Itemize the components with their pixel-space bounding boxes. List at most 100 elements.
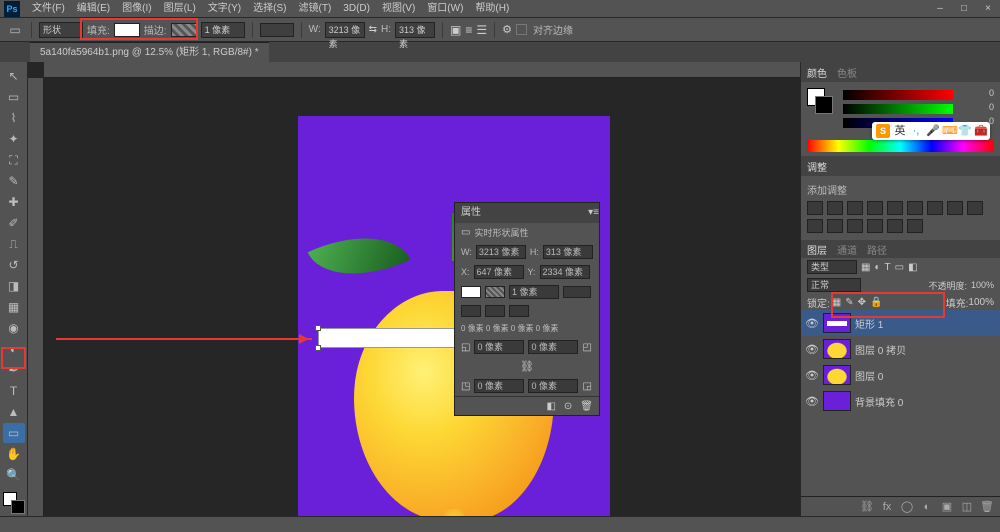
fill-opacity-value[interactable]: 100% <box>968 297 994 308</box>
stroke-style-dropdown[interactable] <box>260 23 294 37</box>
filter-adjust-icon[interactable]: ◐ <box>874 262 880 273</box>
prop-w-input[interactable]: 3213 像素 <box>476 245 526 259</box>
adj-gradient-map-icon[interactable] <box>887 219 903 233</box>
close-button[interactable]: × <box>976 0 1000 18</box>
layer-name[interactable]: 图层 0 拷贝 <box>855 342 906 357</box>
lasso-tool[interactable]: ⌇ <box>3 108 25 128</box>
transform-handle-nw[interactable] <box>315 325 321 331</box>
layer-row-bgfill[interactable]: 👁 背景填充 0 <box>801 388 1000 414</box>
stamp-tool[interactable]: ⎍ <box>3 234 25 254</box>
type-tool[interactable]: T <box>3 381 25 401</box>
ime-punct-icon[interactable]: ·, <box>910 125 922 137</box>
hand-tool[interactable]: ✋ <box>3 444 25 464</box>
adj-invert-icon[interactable] <box>827 219 843 233</box>
prop-stroke-align[interactable] <box>461 305 481 317</box>
tool-mode-dropdown[interactable]: 形状 <box>39 22 83 38</box>
background-swatch[interactable] <box>11 500 25 514</box>
ime-mic-icon[interactable]: 🎤 <box>926 125 938 137</box>
properties-header[interactable]: 属性 ▾≡ <box>455 203 599 223</box>
new-fill-adj-icon[interactable]: ◐ <box>920 500 934 514</box>
adj-brightness-icon[interactable] <box>807 201 823 215</box>
tab-paths[interactable]: 路径 <box>867 242 887 257</box>
align-icon[interactable]: ≡ <box>465 23 472 37</box>
layer-row-copy[interactable]: 👁 图层 0 拷贝 <box>801 336 1000 362</box>
blur-tool[interactable]: ◉ <box>3 318 25 338</box>
ime-toolbar[interactable]: S 英 ·, 🎤 ⌨ 👕 🧰 <box>872 122 990 140</box>
panel-menu-icon[interactable]: ▾≡ <box>588 203 599 223</box>
adj-bw-icon[interactable] <box>927 201 943 215</box>
color-panel-swatches[interactable] <box>807 88 833 114</box>
transform-handle-sw[interactable] <box>315 345 321 351</box>
layer-name[interactable]: 矩形 1 <box>855 316 883 331</box>
current-tool-icon[interactable]: ▭ <box>6 20 24 40</box>
height-input[interactable]: 313 像素 <box>395 22 435 38</box>
adj-photo-filter-icon[interactable] <box>947 201 963 215</box>
tab-layers[interactable]: 图层 <box>807 242 827 257</box>
canvas-area[interactable]: 属性 ▾≡ ▭实时形状属性 W: 3213 像素 H: 313 像素 X: 64… <box>28 62 800 516</box>
adj-curves-icon[interactable] <box>847 201 863 215</box>
gear-icon[interactable]: ⚙ <box>502 23 512 36</box>
ime-skin-icon[interactable]: 👕 <box>958 125 970 137</box>
tab-swatches[interactable]: 色板 <box>837 65 857 80</box>
lock-all-icon[interactable]: 🔒 <box>870 297 882 308</box>
menu-help[interactable]: 帮助(H) <box>469 0 515 18</box>
brush-tool[interactable]: ✐ <box>3 213 25 233</box>
new-layer-icon[interactable]: ◫ <box>960 500 974 514</box>
history-brush-tool[interactable]: ↺ <box>3 255 25 275</box>
layer-row-rect1[interactable]: 👁 矩形 1 <box>801 310 1000 336</box>
document-tab[interactable]: 5a140fa5964b1.png @ 12.5% (矩形 1, RGB/8#)… <box>30 42 269 62</box>
path-select-tool[interactable]: ▲ <box>3 402 25 422</box>
menu-edit[interactable]: 编辑(E) <box>71 0 116 18</box>
corner-tr-input[interactable]: 0 像素 <box>528 340 578 354</box>
tab-adjustments[interactable]: 调整 <box>807 159 827 174</box>
link-corners-icon[interactable]: ⛓ <box>520 360 534 373</box>
menu-3d[interactable]: 3D(D) <box>337 0 376 18</box>
menu-filter[interactable]: 滤镜(T) <box>293 0 338 18</box>
adj-exposure-icon[interactable] <box>867 201 883 215</box>
tab-channels[interactable]: 通道 <box>837 242 857 257</box>
adj-posterize-icon[interactable] <box>847 219 863 233</box>
link-wh-icon[interactable]: ⇆ <box>369 24 377 35</box>
minimize-button[interactable]: – <box>928 0 952 18</box>
new-group-icon[interactable]: ▣ <box>940 500 954 514</box>
lock-paint-icon[interactable]: ✎ <box>845 297 853 308</box>
layer-thumbnail[interactable] <box>823 365 851 385</box>
rectangle-tool[interactable]: ▭ <box>3 423 25 443</box>
layer-fx-icon[interactable]: fx <box>880 500 894 514</box>
ime-lang[interactable]: 英 <box>894 125 906 137</box>
menu-type[interactable]: 文字(Y) <box>202 0 247 18</box>
stroke-swatch[interactable] <box>171 23 197 37</box>
layer-mask-icon[interactable]: ◯ <box>900 500 914 514</box>
menu-layer[interactable]: 图层(L) <box>158 0 202 18</box>
lock-pos-icon[interactable]: ✥ <box>858 297 866 308</box>
r-slider[interactable] <box>843 90 953 100</box>
corner-bl-input[interactable]: 0 像素 <box>474 379 524 393</box>
menu-file[interactable]: 文件(F) <box>26 0 71 18</box>
r-value[interactable]: 0 <box>978 88 994 98</box>
ime-badge[interactable]: S <box>876 124 890 138</box>
link-layers-icon[interactable]: ⛓ <box>860 500 874 514</box>
zoom-tool[interactable]: 🔍 <box>3 465 25 485</box>
ime-keyboard-icon[interactable]: ⌨ <box>942 125 954 137</box>
lock-trans-icon[interactable]: ▦ <box>832 297 841 308</box>
prop-stroke-join[interactable] <box>509 305 529 317</box>
crop-tool[interactable]: ⛶ <box>3 150 25 170</box>
visibility-toggle[interactable]: 👁 <box>805 317 819 330</box>
width-input[interactable]: 3213 像素 <box>325 22 365 38</box>
pen-tool[interactable]: ✒ <box>3 360 25 380</box>
layer-thumbnail[interactable] <box>823 391 851 411</box>
tab-color[interactable]: 颜色 <box>807 65 827 80</box>
visibility-toggle[interactable]: 👁 <box>805 343 819 356</box>
path-ops-icon[interactable]: ▣ <box>450 23 461 37</box>
fill-swatch[interactable] <box>114 23 140 37</box>
layer-row-layer0[interactable]: 👁 图层 0 <box>801 362 1000 388</box>
adj-channel-mixer-icon[interactable] <box>967 201 983 215</box>
ruler-vertical[interactable] <box>28 78 44 516</box>
layer-thumbnail[interactable] <box>823 339 851 359</box>
prop-foot-icon-2[interactable]: ⊙ <box>564 401 572 412</box>
filter-type-icon[interactable]: T <box>885 262 891 273</box>
heal-tool[interactable]: ✚ <box>3 192 25 212</box>
menu-view[interactable]: 视图(V) <box>376 0 421 18</box>
layer-name[interactable]: 图层 0 <box>855 368 883 383</box>
prop-stroke-swatch[interactable] <box>485 286 505 298</box>
